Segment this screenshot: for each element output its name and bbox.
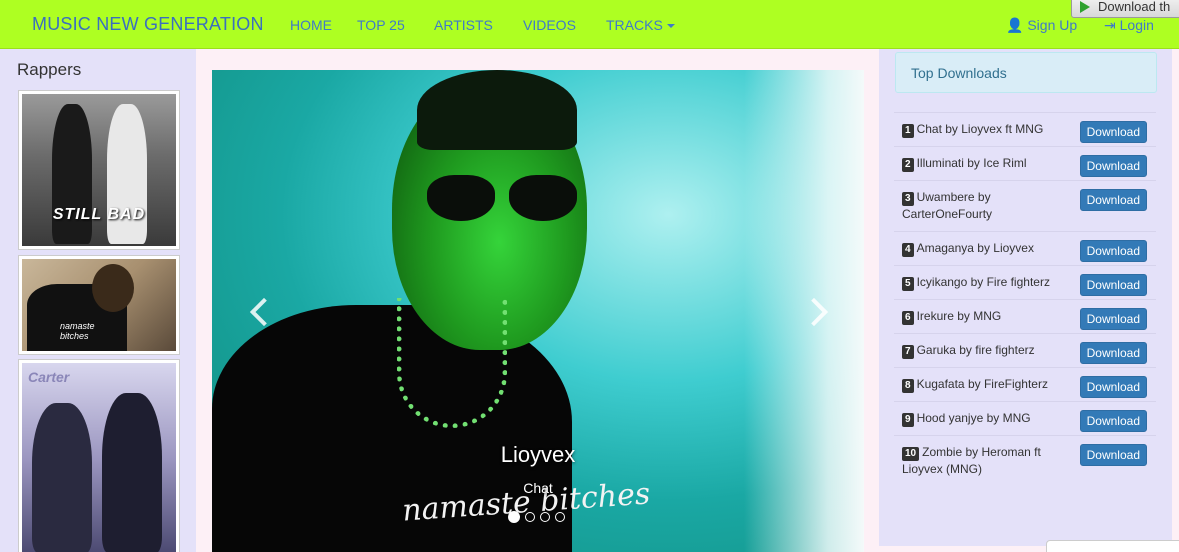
track-title: Amaganya by Lioyvex	[916, 241, 1034, 255]
download-row: 6 Irekure by MNG Download	[894, 299, 1156, 333]
rank-badge: 6	[902, 311, 914, 325]
download-row: 2 Illuminati by Ice Riml Download	[894, 146, 1156, 180]
download-button[interactable]: Download	[1079, 240, 1147, 262]
brand-link[interactable]: MUSIC NEW GENERATION	[32, 14, 264, 35]
carousel-indicators	[508, 511, 565, 523]
carousel-indicator-1[interactable]	[508, 511, 520, 523]
sidebar-title: Rappers	[17, 60, 82, 79]
rapper-photo-2: namaste bitches	[22, 259, 176, 351]
thumb-caption: Carter	[28, 369, 70, 385]
navbar: MUSIC NEW GENERATION HOME TOP 25 ARTISTS…	[0, 0, 1179, 49]
download-toolbar-label: Download th	[1098, 0, 1171, 14]
download-button[interactable]: Download	[1079, 376, 1147, 398]
carousel-prev-icon[interactable]	[249, 297, 279, 327]
carousel-caption-title: Lioyvex	[500, 442, 576, 467]
download-row: 1 Chat by Lioyvex ft MNG Download	[894, 112, 1156, 146]
rank-badge: 5	[902, 277, 914, 291]
track-title: Chat by Lioyvex ft MNG	[916, 122, 1044, 136]
download-button[interactable]: Download	[1079, 155, 1147, 177]
download-row: 5 Icyikango by Fire fighterz Download	[894, 265, 1156, 299]
download-row: 4 Amaganya by Lioyvex Download	[894, 231, 1156, 265]
rank-badge: 4	[902, 243, 914, 257]
download-toolbar-button[interactable]: Download th	[1071, 0, 1179, 18]
play-icon	[1080, 1, 1090, 13]
thumb-caption: STILL BAD	[52, 206, 146, 223]
carousel-indicator-4[interactable]	[555, 512, 565, 522]
login-icon: ⇥	[1104, 17, 1116, 33]
login-link[interactable]: ⇥ Login	[1104, 17, 1154, 34]
carousel-photo-hair	[417, 70, 577, 150]
download-row: 9 Hood yanjye by MNG Download	[894, 401, 1156, 435]
download-button[interactable]: Download	[1079, 444, 1147, 466]
track-title: Icyikango by Fire fighterz	[916, 275, 1050, 289]
hero-carousel[interactable]: namaste bitches Lioyvex Chat	[212, 70, 864, 552]
rank-badge: 3	[902, 192, 914, 206]
signup-label: Sign Up	[1027, 17, 1078, 33]
track-title: Zombie by Heroman ft Lioyvex (MNG)	[902, 445, 1041, 476]
track-title: Uwambere by CarterOneFourty	[902, 190, 993, 221]
signup-link[interactable]: 👤 Sign Up	[1006, 17, 1077, 34]
download-row: 10 Zombie by Heroman ft Lioyvex (MNG) Down…	[894, 435, 1156, 486]
rank-badge: 2	[902, 158, 914, 172]
carousel-indicator-2[interactable]	[525, 512, 535, 522]
nav-home[interactable]: HOME	[290, 17, 332, 33]
track-title: Garuka by fire fighterz	[916, 343, 1035, 357]
track-title: Illuminati by Ice Riml	[916, 156, 1027, 170]
rapper-thumb-1[interactable]: STILL BAD	[18, 90, 180, 250]
caret-down-icon	[666, 24, 675, 29]
main-content: namaste bitches Lioyvex Chat	[196, 49, 879, 552]
download-button[interactable]: Download	[1079, 342, 1147, 364]
rappers-sidebar: Rappers STILL BAD namaste bitches Carter	[0, 49, 196, 552]
user-icon: 👤	[1006, 17, 1024, 33]
download-button[interactable]: Download	[1079, 410, 1147, 432]
rapper-thumb-3[interactable]: Carter	[18, 359, 180, 552]
downloads-list: 1 Chat by Lioyvex ft MNG Download 2 Illumina…	[894, 112, 1156, 486]
rank-badge: 7	[902, 345, 914, 359]
rank-badge: 10	[902, 447, 920, 461]
download-button[interactable]: Download	[1079, 121, 1147, 143]
footer-widget	[1046, 540, 1179, 552]
nav-top25[interactable]: TOP 25	[357, 17, 405, 33]
download-button[interactable]: Download	[1079, 308, 1147, 330]
download-row: 8 Kugafata by FireFighterz Download	[894, 367, 1156, 401]
nav-videos[interactable]: VIDEOS	[523, 17, 576, 33]
download-row: 7 Garuka by fire fighterz Download	[894, 333, 1156, 367]
rank-badge: 8	[902, 379, 914, 393]
nav-artists[interactable]: ARTISTS	[434, 17, 493, 33]
track-title: Hood yanjye by MNG	[916, 411, 1031, 425]
top-downloads-sidebar: Top Downloads 1 Chat by Lioyvex ft MNG Dow…	[879, 49, 1172, 546]
download-button[interactable]: Download	[1079, 274, 1147, 296]
carousel-indicator-3[interactable]	[540, 512, 550, 522]
rapper-thumb-2[interactable]: namaste bitches	[18, 255, 180, 355]
top-downloads-heading: Top Downloads	[895, 52, 1157, 93]
thumb-caption: namaste bitches	[60, 321, 95, 341]
carousel-photo-sunglasses	[427, 175, 577, 225]
track-title: Irekure by MNG	[916, 309, 1002, 323]
rank-badge: 1	[902, 124, 914, 138]
carousel-caption-subtitle: Chat	[523, 480, 553, 496]
download-button[interactable]: Download	[1079, 189, 1147, 211]
nav-tracks-dropdown[interactable]: TRACKS	[606, 17, 675, 33]
rapper-photo-1: STILL BAD	[22, 94, 176, 246]
carousel-photo-necklace	[397, 298, 507, 428]
nav-tracks-label: TRACKS	[606, 17, 663, 33]
track-title: Kugafata by FireFighterz	[916, 377, 1048, 391]
download-row: 3 Uwambere by CarterOneFourty Download	[894, 180, 1156, 231]
rapper-photo-3: Carter	[22, 363, 176, 552]
login-label: Login	[1119, 17, 1154, 33]
rank-badge: 9	[902, 413, 914, 427]
